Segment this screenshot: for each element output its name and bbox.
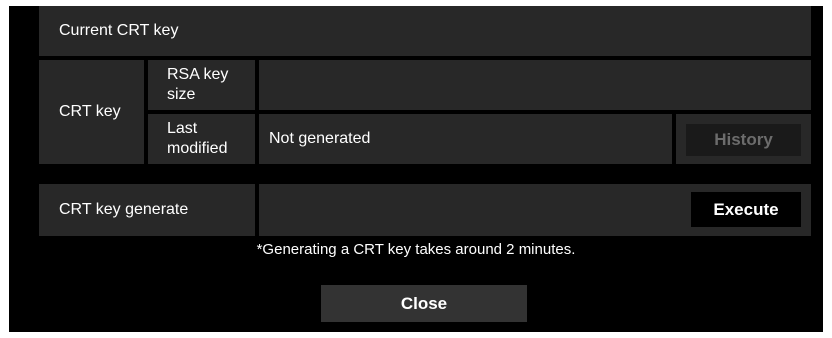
- crt-key-generate-label: CRT key generate: [59, 201, 189, 218]
- history-button[interactable]: History: [686, 124, 801, 156]
- execute-button[interactable]: Execute: [691, 192, 801, 227]
- last-modified-value-cell: Not generated: [259, 114, 672, 164]
- last-modified-value: Not generated: [269, 130, 371, 147]
- last-modified-label-cell: Last modified: [148, 114, 255, 164]
- rsa-key-size-value-cell: [259, 60, 811, 110]
- current-crt-key-title: Current CRT key: [59, 22, 179, 39]
- rsa-key-size-label-cell: RSA key size: [148, 60, 255, 110]
- rsa-key-size-label-line2: size: [167, 86, 196, 103]
- last-modified-label-line1: Last: [167, 120, 198, 137]
- current-crt-key-header: Current CRT key: [39, 6, 811, 56]
- last-modified-label-line2: modified: [167, 140, 228, 157]
- generation-time-note: *Generating a CRT key takes around 2 min…: [256, 241, 576, 258]
- crt-key-generate-label-cell: CRT key generate: [39, 184, 255, 236]
- crt-key-dialog: Current CRT key CRT key RSA key size Las…: [9, 6, 823, 332]
- rsa-key-size-label-line1: RSA key: [167, 66, 229, 83]
- close-button[interactable]: Close: [321, 285, 527, 322]
- crt-key-label-cell: CRT key: [39, 60, 144, 164]
- crt-key-generate-action-cell: Execute: [259, 184, 811, 236]
- history-button-cell: History: [676, 114, 811, 164]
- crt-key-label: CRT key: [59, 103, 121, 120]
